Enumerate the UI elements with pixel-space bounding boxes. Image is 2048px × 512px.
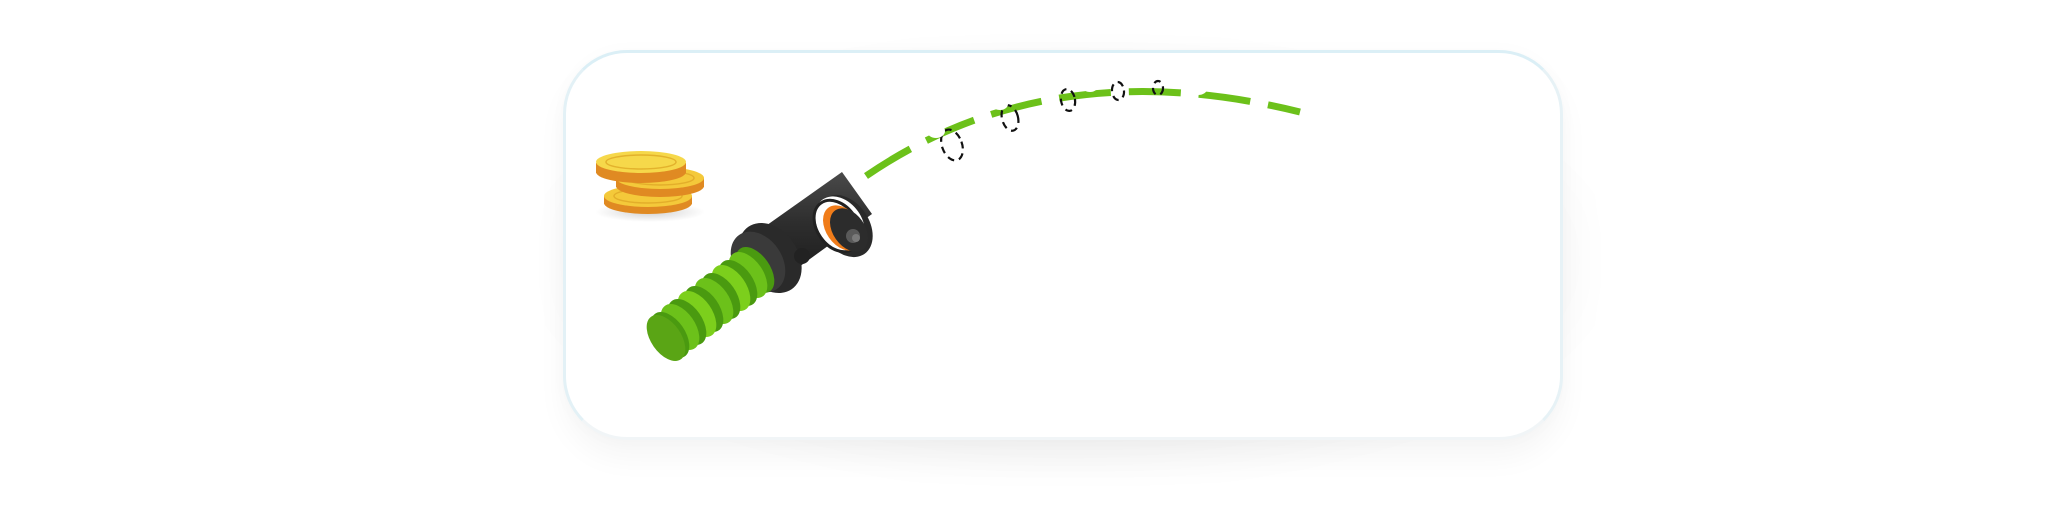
game-stage — [0, 0, 2048, 512]
spring-icon — [646, 247, 775, 361]
coin-stack-icon — [595, 151, 705, 222]
game-scene — [595, 79, 1301, 361]
